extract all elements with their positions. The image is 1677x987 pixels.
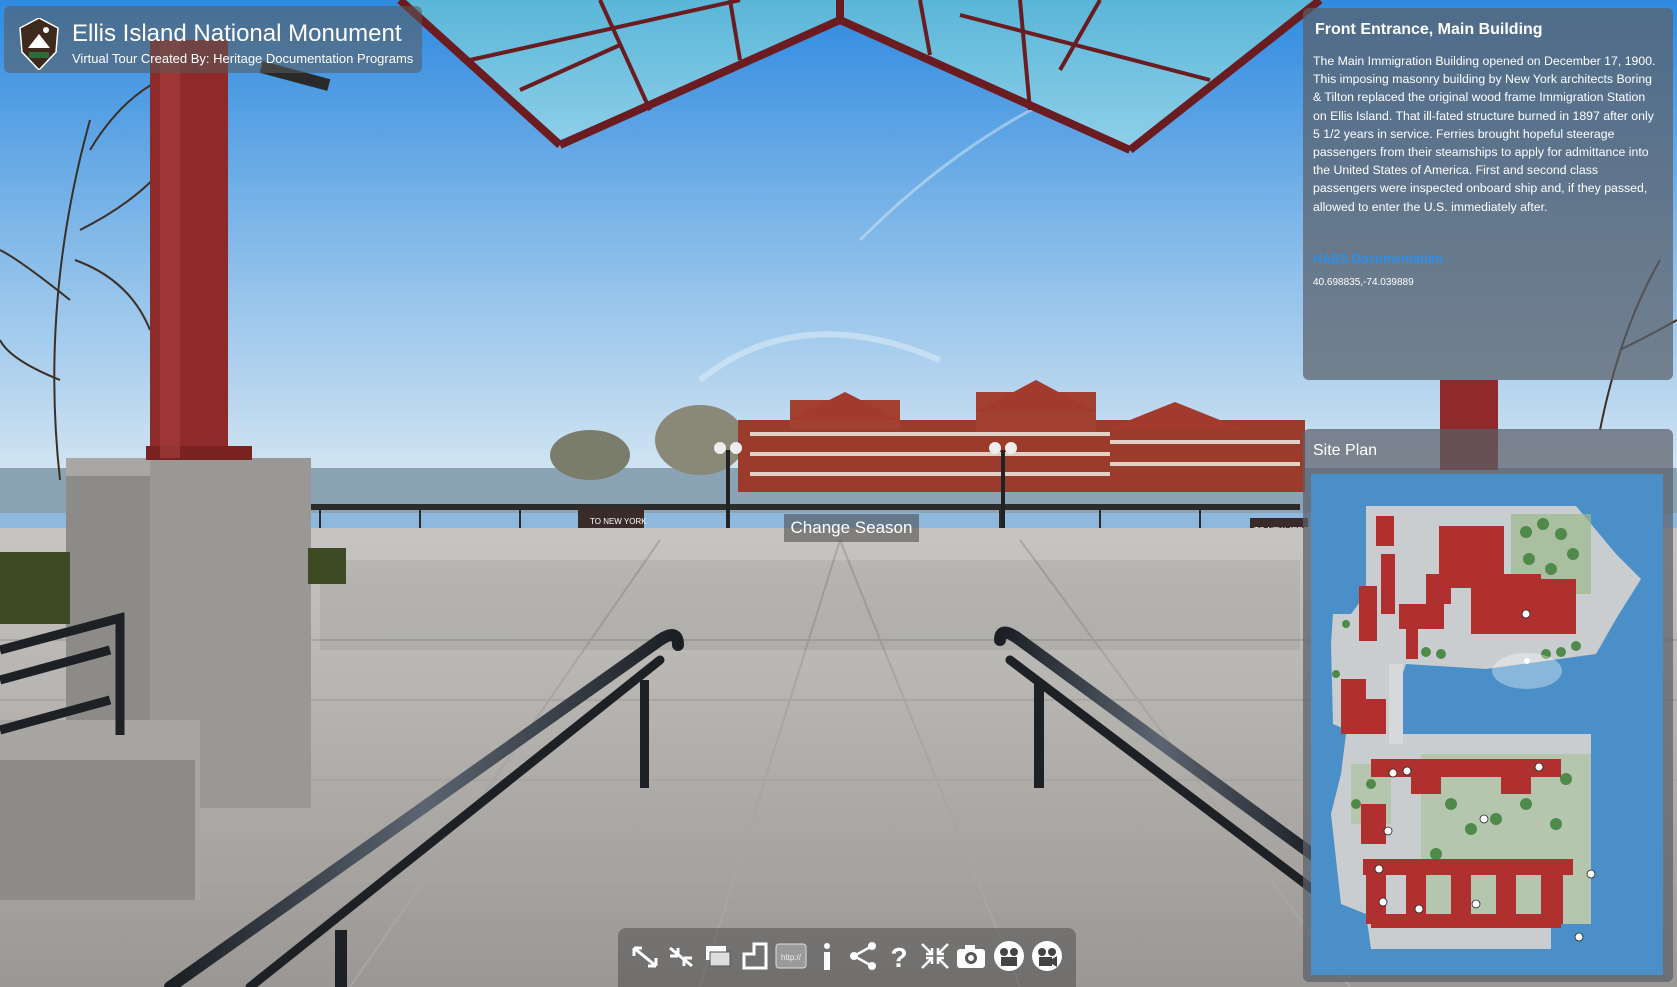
gallery-icon[interactable] bbox=[702, 938, 736, 974]
share-icon[interactable] bbox=[846, 938, 880, 974]
autorotate-icon[interactable] bbox=[992, 938, 1026, 974]
zoom-in-icon[interactable] bbox=[628, 938, 662, 974]
fullscreen-icon[interactable] bbox=[918, 938, 952, 974]
floorplan-icon[interactable] bbox=[738, 938, 772, 974]
tour-title-box: Ellis Island National Monument Virtual T… bbox=[4, 6, 422, 73]
help-icon[interactable]: ? bbox=[882, 938, 916, 974]
panorama-viewer[interactable]: TO NEW YORK TO NEW JERSEY bbox=[0, 0, 1677, 987]
snapshot-camera-icon[interactable] bbox=[954, 938, 988, 974]
scene-description: The Main Immigration Building opened on … bbox=[1313, 54, 1656, 214]
scene-coordinates: 40.698835,-74.039889 bbox=[1313, 277, 1414, 288]
sign-to-new-york: TO NEW YORK bbox=[590, 517, 647, 526]
habs-documentation-link[interactable]: HABS Documentation bbox=[1313, 252, 1443, 266]
scene-info-panel: Front Entrance, Main Building The Main I… bbox=[1303, 8, 1673, 380]
site-plan-map[interactable] bbox=[1311, 474, 1663, 975]
zoom-out-icon[interactable] bbox=[664, 938, 698, 974]
change-season-button[interactable]: Change Season bbox=[784, 514, 919, 542]
tour-title: Ellis Island National Monument bbox=[72, 20, 402, 47]
scene-title: Front Entrance, Main Building bbox=[1315, 21, 1543, 38]
svg-text:?: ? bbox=[890, 942, 907, 973]
video-tour-icon[interactable] bbox=[1030, 938, 1064, 974]
tour-toolbar: http:// ? bbox=[618, 928, 1076, 987]
link-label: http:// bbox=[781, 953, 802, 962]
site-plan-panel: Site Plan bbox=[1303, 429, 1673, 982]
link-icon[interactable]: http:// bbox=[774, 938, 808, 974]
national-park-service-arrowhead-icon bbox=[19, 18, 59, 70]
tour-subtitle: Virtual Tour Created By: Heritage Docume… bbox=[72, 51, 414, 66]
info-icon[interactable] bbox=[810, 938, 844, 974]
site-plan-title: Site Plan bbox=[1313, 442, 1378, 459]
